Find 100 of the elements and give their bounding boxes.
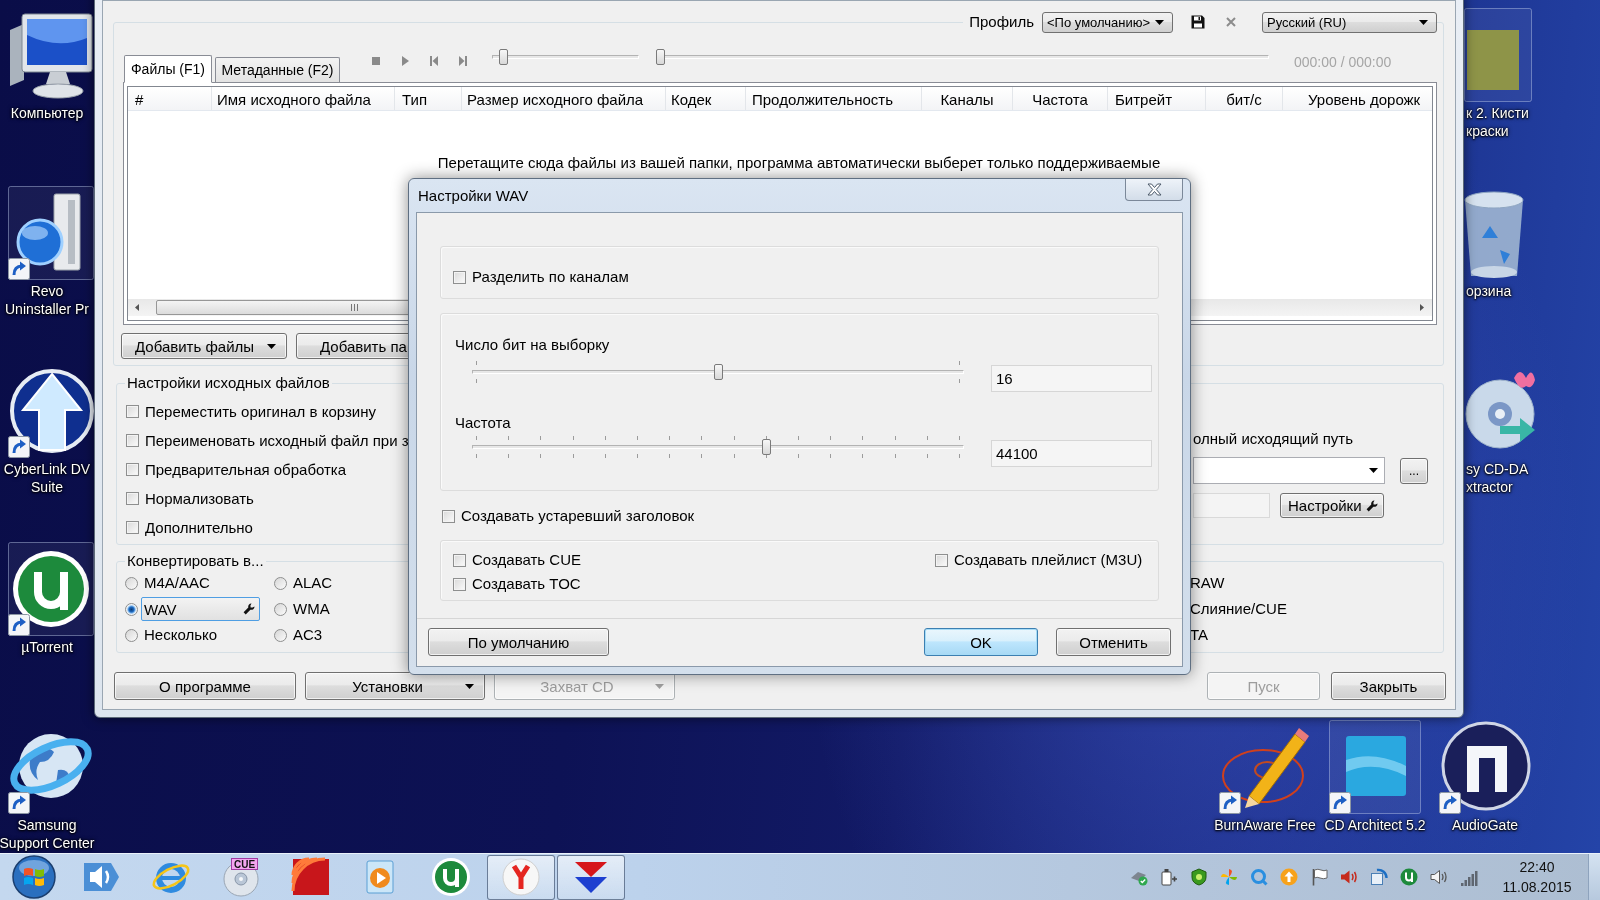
up-arrow-circle-icon[interactable] — [1280, 868, 1298, 886]
path-dropdown[interactable] — [1193, 457, 1385, 484]
scroll-left-icon[interactable] — [135, 304, 139, 311]
caret-icon — [267, 343, 276, 349]
add-folder-button[interactable]: Добавить па — [296, 333, 411, 359]
radio-button[interactable] — [274, 602, 287, 616]
pinwheel-icon[interactable] — [1220, 868, 1238, 886]
checkbox[interactable] — [453, 553, 466, 567]
checkbox[interactable] — [126, 463, 139, 476]
column-header[interactable]: Каналы — [922, 87, 1013, 110]
radio-button[interactable] — [125, 628, 138, 642]
clock-time[interactable]: 22:40 — [1519, 857, 1555, 877]
dialog-button[interactable]: OK — [924, 628, 1038, 656]
slider-thumb[interactable] — [498, 49, 508, 65]
flag-icon[interactable] — [1310, 868, 1328, 886]
column-header[interactable]: Битрейт — [1108, 87, 1206, 110]
close-icon — [1145, 183, 1163, 196]
format-button[interactable]: WAV — [141, 597, 260, 621]
arcs-tile-icon — [291, 857, 331, 897]
signal-bars-icon[interactable] — [1460, 868, 1478, 886]
column-header[interactable]: Кодек — [666, 87, 746, 110]
slider-track[interactable] — [656, 48, 1269, 66]
value-field[interactable]: 44100 — [991, 440, 1152, 467]
start-orb-icon[interactable] — [12, 855, 56, 899]
dialog-button[interactable]: Отменить — [1056, 628, 1171, 656]
save-icon[interactable] — [1191, 15, 1205, 29]
value-field[interactable]: 16 — [991, 365, 1152, 392]
wrench-icon — [1365, 499, 1378, 512]
photo-placeholder[interactable] — [1464, 8, 1532, 102]
radio-label: M4A/AAC — [144, 574, 210, 592]
footer-button[interactable]: Закрыть — [1331, 672, 1446, 700]
checkbox[interactable] — [126, 434, 139, 447]
tab[interactable]: Метаданные (F2) — [215, 57, 340, 82]
taskbar-button[interactable] — [487, 854, 555, 900]
checkbox[interactable] — [453, 577, 466, 591]
icon-label: Компьютер — [10, 104, 84, 122]
slider-thumb[interactable] — [656, 49, 665, 65]
footer-button[interactable]: Установки — [305, 672, 485, 700]
slider-label: Частота — [455, 414, 511, 432]
browse-button[interactable]: ... — [1400, 457, 1428, 484]
column-header[interactable]: Размер исходного файла — [462, 87, 666, 110]
taskbar-button[interactable]: CUE — [207, 854, 275, 900]
radio-button[interactable] — [274, 576, 287, 590]
close-button[interactable] — [1125, 179, 1183, 201]
checkbox[interactable] — [453, 270, 466, 284]
column-header[interactable]: Уровень дорожк — [1283, 87, 1432, 110]
checkbox[interactable] — [442, 509, 455, 523]
scroll-right-icon[interactable] — [1420, 304, 1424, 311]
sync-icon[interactable] — [1370, 868, 1388, 886]
show-desktop-button[interactable] — [1588, 854, 1600, 900]
checkbox-label: Создавать CUE — [472, 551, 581, 569]
column-header[interactable]: Частота — [1013, 87, 1108, 110]
slider-thumb[interactable] — [761, 439, 771, 455]
volume-icon[interactable] — [1430, 868, 1448, 886]
option-label: олный исходящий путь — [1193, 430, 1354, 447]
column-header[interactable]: бит/с — [1206, 87, 1283, 110]
caret-icon — [465, 683, 474, 689]
radio-button[interactable] — [125, 576, 138, 590]
taskbar-button[interactable] — [557, 854, 625, 900]
add-files-button[interactable]: Добавить файлы — [121, 333, 287, 359]
circle-logo-icon — [431, 857, 471, 897]
sphere-tower-icon[interactable] — [8, 186, 94, 280]
checkbox[interactable] — [126, 405, 139, 418]
battery-plug-icon[interactable] — [1160, 868, 1178, 886]
radio-label: Слияние/CUE — [1190, 599, 1287, 619]
slider-thumb[interactable] — [713, 364, 723, 380]
input-field[interactable] — [1193, 493, 1270, 518]
checkbox[interactable] — [126, 521, 139, 534]
slider-track[interactable] — [472, 360, 964, 384]
icon-label: к 2. Кисти краски — [1465, 104, 1529, 140]
column-header[interactable]: Имя исходного файла — [212, 87, 395, 110]
square-tile-icon[interactable] — [1329, 720, 1421, 814]
footer-button[interactable]: О программе — [114, 672, 296, 700]
checkbox[interactable] — [935, 553, 948, 567]
column-header[interactable]: Продолжительность — [746, 87, 922, 110]
speaker-icon[interactable] — [1340, 868, 1358, 886]
radio-label: TA — [1190, 625, 1209, 645]
column-header[interactable]: # — [128, 87, 212, 110]
circle-logo-icon[interactable] — [8, 542, 94, 636]
slider-track[interactable] — [472, 435, 964, 459]
wrench-icon — [243, 603, 255, 615]
radio-button[interactable] — [125, 602, 138, 616]
profile-dropdown[interactable]: <По умолчанию> — [1042, 11, 1173, 33]
column-header[interactable]: Тип — [395, 87, 462, 110]
radio-button[interactable] — [274, 628, 287, 642]
shield-icon[interactable] — [1190, 868, 1208, 886]
dialog-button[interactable]: По умолчанию — [428, 628, 609, 656]
checkbox-label: Нормализовать — [145, 489, 254, 508]
tab[interactable]: Файлы (F1) — [124, 55, 212, 83]
ring-tail-icon[interactable] — [1250, 868, 1268, 886]
checkbox[interactable] — [126, 492, 139, 505]
clock-date[interactable]: 11.08.2015 — [1502, 877, 1572, 897]
language-dropdown[interactable]: Русский (RU) — [1262, 11, 1437, 33]
checkbox-label: Переместить оригинал в корзину — [145, 402, 376, 421]
slider-track[interactable] — [492, 48, 639, 66]
caret-icon — [1419, 19, 1428, 25]
checkbox-label: Создавать устаревший заголовок — [461, 507, 695, 525]
close-icon[interactable] — [1226, 17, 1236, 27]
checkbox-label: Разделить по каналам — [472, 268, 629, 286]
settings-button[interactable]: Настройки — [1280, 493, 1384, 518]
